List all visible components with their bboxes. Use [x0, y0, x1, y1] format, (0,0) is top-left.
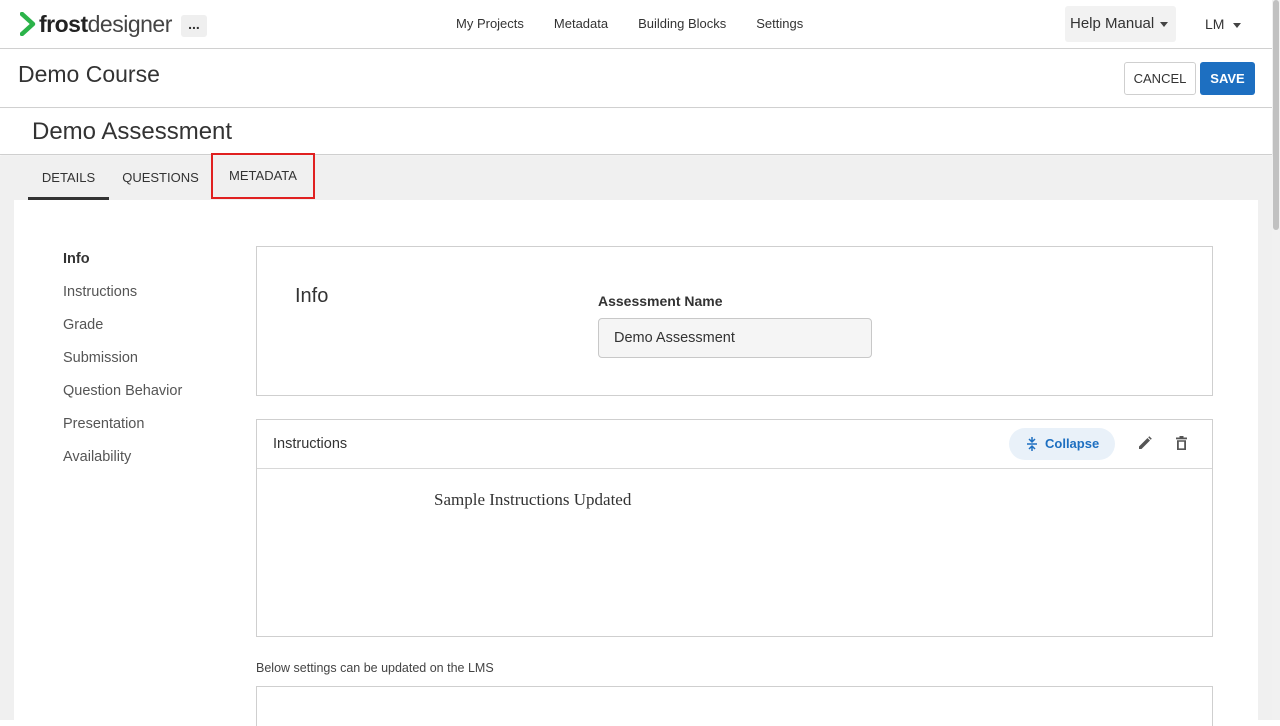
- user-initials: LM: [1205, 16, 1225, 32]
- assessment-name-input[interactable]: Demo Assessment: [598, 318, 872, 358]
- section-nav-instructions[interactable]: Instructions: [63, 284, 182, 317]
- nav-my-projects[interactable]: My Projects: [456, 16, 524, 31]
- section-nav-question-behavior[interactable]: Question Behavior: [63, 383, 182, 416]
- collapse-icon: [1027, 437, 1037, 451]
- tab-questions[interactable]: QUESTIONS: [113, 156, 208, 200]
- collapse-button[interactable]: Collapse: [1009, 428, 1115, 460]
- course-title: Demo Course: [18, 61, 160, 87]
- user-menu[interactable]: LM: [1205, 16, 1242, 32]
- instructions-card: Instructions Collapse Sample Instruction…: [256, 419, 1213, 637]
- course-header: Demo Course CANCEL SAVE: [0, 49, 1272, 108]
- instructions-title: Instructions: [273, 436, 348, 452]
- assessment-title: Demo Assessment: [32, 118, 233, 145]
- assessment-header: Demo Assessment: [0, 109, 1272, 155]
- info-heading: Info: [295, 285, 329, 307]
- section-nav-presentation[interactable]: Presentation: [63, 416, 182, 449]
- page-scrollbar[interactable]: [1272, 0, 1280, 720]
- more-menu-button[interactable]: ...: [181, 15, 207, 37]
- lms-note: Below settings can be updated on the LMS: [256, 661, 494, 675]
- main-nav: My Projects Metadata Building Blocks Set…: [456, 16, 833, 31]
- nav-metadata[interactable]: Metadata: [554, 16, 608, 31]
- section-nav-availability[interactable]: Availability: [63, 449, 182, 482]
- chevron-down-icon: [1160, 21, 1169, 27]
- section-nav: Info Instructions Grade Submission Quest…: [63, 251, 182, 482]
- top-navbar: frostdesigner ... My Projects Metadata B…: [0, 0, 1272, 49]
- instructions-card-header: Instructions Collapse: [257, 420, 1212, 469]
- lms-settings-card: [256, 686, 1213, 726]
- save-button[interactable]: SAVE: [1200, 62, 1255, 95]
- nav-settings[interactable]: Settings: [756, 16, 803, 31]
- tab-details[interactable]: DETAILS: [28, 156, 109, 200]
- section-nav-info[interactable]: Info: [63, 251, 182, 284]
- nav-building-blocks[interactable]: Building Blocks: [638, 16, 726, 31]
- info-card: Info Assessment Name Demo Assessment: [256, 246, 1213, 396]
- section-nav-grade[interactable]: Grade: [63, 317, 182, 350]
- cancel-button[interactable]: CANCEL: [1124, 62, 1196, 95]
- frost-designer-logo[interactable]: frostdesigner: [20, 9, 172, 39]
- pencil-icon[interactable]: [1137, 436, 1152, 451]
- collapse-label: Collapse: [1045, 436, 1100, 451]
- instructions-body[interactable]: Sample Instructions Updated: [434, 490, 631, 510]
- trash-icon[interactable]: [1175, 436, 1188, 451]
- section-nav-submission[interactable]: Submission: [63, 350, 182, 383]
- help-manual-label: Help Manual: [1070, 15, 1155, 32]
- logo-text: frostdesigner: [39, 11, 172, 37]
- assessment-name-label: Assessment Name: [598, 293, 723, 309]
- chevron-down-icon: [1233, 22, 1242, 28]
- frost-chevron-icon: [20, 12, 36, 36]
- scrollbar-thumb[interactable]: [1273, 0, 1279, 230]
- tab-metadata[interactable]: METADATA: [211, 153, 315, 199]
- help-manual-dropdown[interactable]: Help Manual: [1065, 6, 1176, 42]
